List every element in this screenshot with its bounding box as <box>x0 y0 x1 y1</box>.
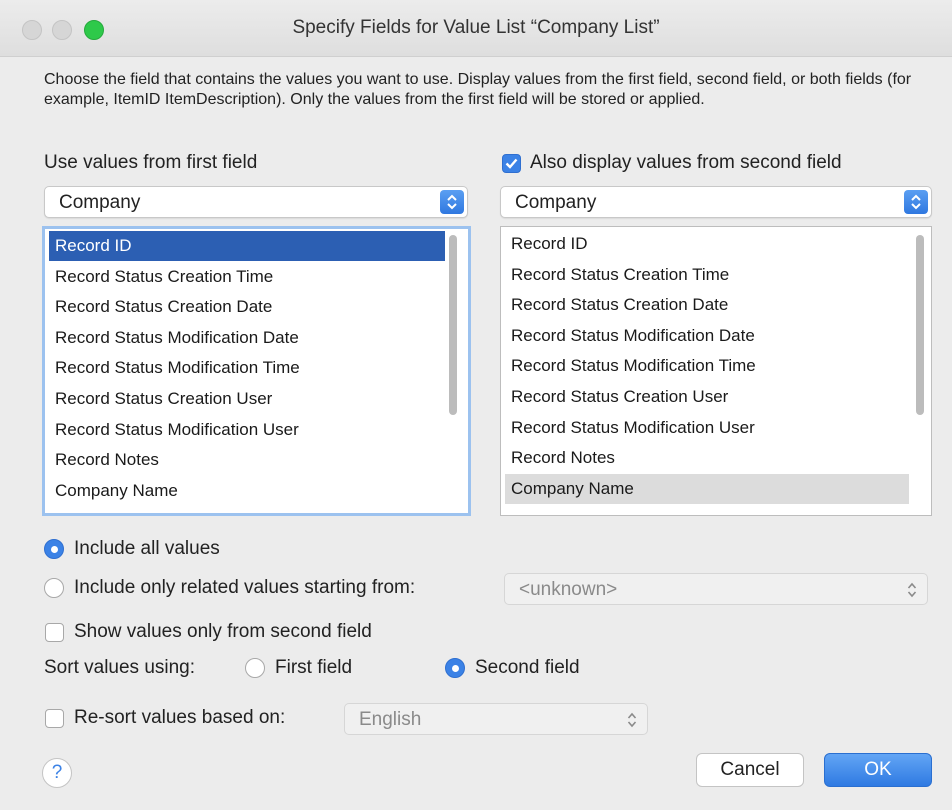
first-table-value: Company <box>59 192 141 213</box>
dialog-window: Specify Fields for Value List “Company L… <box>0 0 952 810</box>
include-related-radio[interactable] <box>44 578 64 598</box>
checkmark-icon <box>505 158 518 169</box>
include-related-label: Include only related values starting fro… <box>74 577 416 598</box>
first_field-list-item[interactable]: Record Notes <box>49 445 445 475</box>
second-table-popup[interactable]: Company <box>500 186 932 218</box>
second_field-list-item[interactable]: Record Status Modification User <box>505 413 909 443</box>
show-second-only-label: Show values only from second field <box>74 621 372 642</box>
second_field-list-item[interactable]: Company Name <box>505 473 909 504</box>
sort-first-field-label: First field <box>275 657 353 678</box>
first-list-scroll-thumb[interactable] <box>449 235 457 415</box>
resort-language-popup[interactable]: English <box>344 703 648 735</box>
related-start-popup[interactable]: <unknown> <box>504 573 928 605</box>
first-field-label: Use values from first field <box>44 152 258 173</box>
first_field-list-item[interactable]: Record Status Creation User <box>49 384 445 414</box>
first-list-scrollbar[interactable] <box>448 231 458 513</box>
second_field-list-item[interactable]: Record Status Modification Time <box>505 351 909 381</box>
second_field-list-item[interactable]: Record Status Creation Date <box>505 290 909 320</box>
show-second-only-checkbox[interactable] <box>45 623 64 642</box>
resort-label: Re-sort values based on: <box>74 707 286 728</box>
updown-arrows-icon <box>440 190 464 214</box>
second_field-list-item[interactable]: Record Status Creation User <box>505 382 909 412</box>
second-list-scroll-thumb[interactable] <box>916 235 924 415</box>
updown-arrows-icon <box>907 582 917 598</box>
updown-arrows-icon <box>904 190 928 214</box>
help-button[interactable]: ? <box>42 758 72 788</box>
resort-checkbox[interactable] <box>45 709 64 728</box>
second-field-list[interactable]: Record ID Record Status Creation Time Reco… <box>500 226 932 516</box>
first_field-list-item[interactable]: Record Status Modification User <box>49 415 445 445</box>
resort-language-value: English <box>359 709 422 730</box>
updown-arrows-icon <box>627 712 637 728</box>
include-all-radio[interactable] <box>44 539 64 559</box>
sort-second-field-label: Second field <box>475 657 580 678</box>
second_field-list-item[interactable]: Record ID <box>505 229 909 259</box>
also-display-second-checkbox[interactable] <box>502 154 521 173</box>
sort-values-label: Sort values using: <box>44 657 196 678</box>
second_field-list-item[interactable]: Record Status Creation Time <box>505 260 909 290</box>
first_field-list-item[interactable]: Record Status Creation Date <box>49 292 445 322</box>
window-title: Specify Fields for Value List “Company L… <box>292 17 660 38</box>
first_field-list-item[interactable]: Record ID <box>49 231 445 261</box>
second-list-scrollbar[interactable] <box>915 231 925 513</box>
instructions-text: Choose the field that contains the value… <box>44 71 912 108</box>
second_field-list-item[interactable]: Record Notes <box>505 443 909 473</box>
second_field-list-item[interactable]: Record Status Modification Date <box>505 321 909 351</box>
sort-first-field-radio[interactable] <box>245 658 265 678</box>
include-all-label: Include all values <box>74 538 220 559</box>
first_field-list-item[interactable]: Company Name <box>49 476 445 506</box>
second-table-value: Company <box>515 192 597 213</box>
related-start-value: <unknown> <box>519 579 618 600</box>
cancel-button[interactable]: Cancel <box>696 753 804 787</box>
first-table-popup[interactable]: Company <box>44 186 468 218</box>
title-bar: Specify Fields for Value List “Company L… <box>0 0 952 57</box>
first_field-list-item[interactable]: Record Status Modification Date <box>49 323 445 353</box>
first_field-list-item[interactable]: Record Status Creation Time <box>49 262 445 292</box>
first_field-list-item[interactable]: Record Status Modification Time <box>49 353 445 383</box>
ok-button[interactable]: OK <box>824 753 932 787</box>
second-field-label: Also display values from second field <box>530 152 842 173</box>
sort-second-field-radio[interactable] <box>445 658 465 678</box>
first-field-list[interactable]: Record ID Record Status Creation Time Reco… <box>42 226 471 516</box>
